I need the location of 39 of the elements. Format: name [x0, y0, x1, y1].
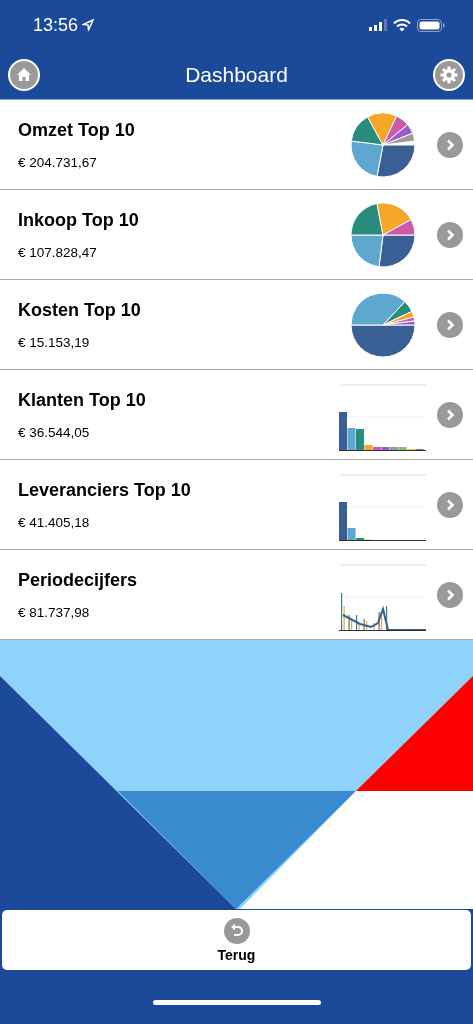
row-amount: € 36.544,05: [18, 424, 91, 440]
chevron-right-icon[interactable]: [437, 581, 463, 608]
pie-chart: [350, 111, 416, 178]
row-title: Omzet Top 10: [18, 119, 136, 141]
home-button[interactable]: [8, 58, 40, 91]
signal-icon: [369, 19, 387, 31]
row-title: Periodecijfers: [18, 569, 139, 591]
settings-icon: [440, 65, 458, 84]
row-amount: € 15.153,19: [18, 334, 91, 350]
row-title: Leveranciers Top 10: [18, 479, 192, 501]
row-title: Inkoop Top 10: [18, 209, 140, 231]
chevron-right-icon[interactable]: [437, 131, 463, 158]
settings-button[interactable]: [433, 58, 465, 91]
row-amount: € 204.731,67: [18, 154, 98, 170]
page-title: Dashboard: [184, 62, 289, 87]
chevron-right-icon[interactable]: [437, 221, 463, 248]
dashboard-row[interactable]: Inkoop Top 10 € 107.828,47: [0, 190, 473, 280]
chevron-right-icon[interactable]: [437, 401, 463, 428]
location-arrow-icon: [82, 19, 95, 31]
wifi-icon: [393, 18, 411, 32]
home-icon: [16, 67, 32, 82]
row-amount: € 107.828,47: [18, 244, 98, 260]
row-amount: € 41.405,18: [18, 514, 91, 530]
battery-icon: [417, 18, 445, 32]
dashboard-row[interactable]: Kosten Top 10 € 15.153,19: [0, 280, 473, 370]
undo-icon: [223, 917, 250, 944]
back-button[interactable]: Terug: [2, 910, 471, 970]
pie-chart: [350, 291, 416, 358]
pie-chart: [350, 201, 416, 268]
chevron-right-icon[interactable]: [437, 491, 463, 518]
dashboard-row[interactable]: Leveranciers Top 10 € 41.405,18: [0, 460, 473, 550]
status-time: 13:56: [33, 14, 79, 36]
chevron-right-icon[interactable]: [437, 311, 463, 338]
row-title: Klanten Top 10: [18, 389, 147, 411]
row-amount: € 81.737,98: [18, 604, 91, 620]
dashboard-row[interactable]: Omzet Top 10 € 204.731,67: [0, 100, 473, 190]
row-title: Kosten Top 10: [18, 299, 142, 321]
dashboard-row[interactable]: Klanten Top 10 € 36.544,05: [0, 370, 473, 460]
dashboard-row[interactable]: Periodecijfers € 81.737,98: [0, 550, 473, 640]
